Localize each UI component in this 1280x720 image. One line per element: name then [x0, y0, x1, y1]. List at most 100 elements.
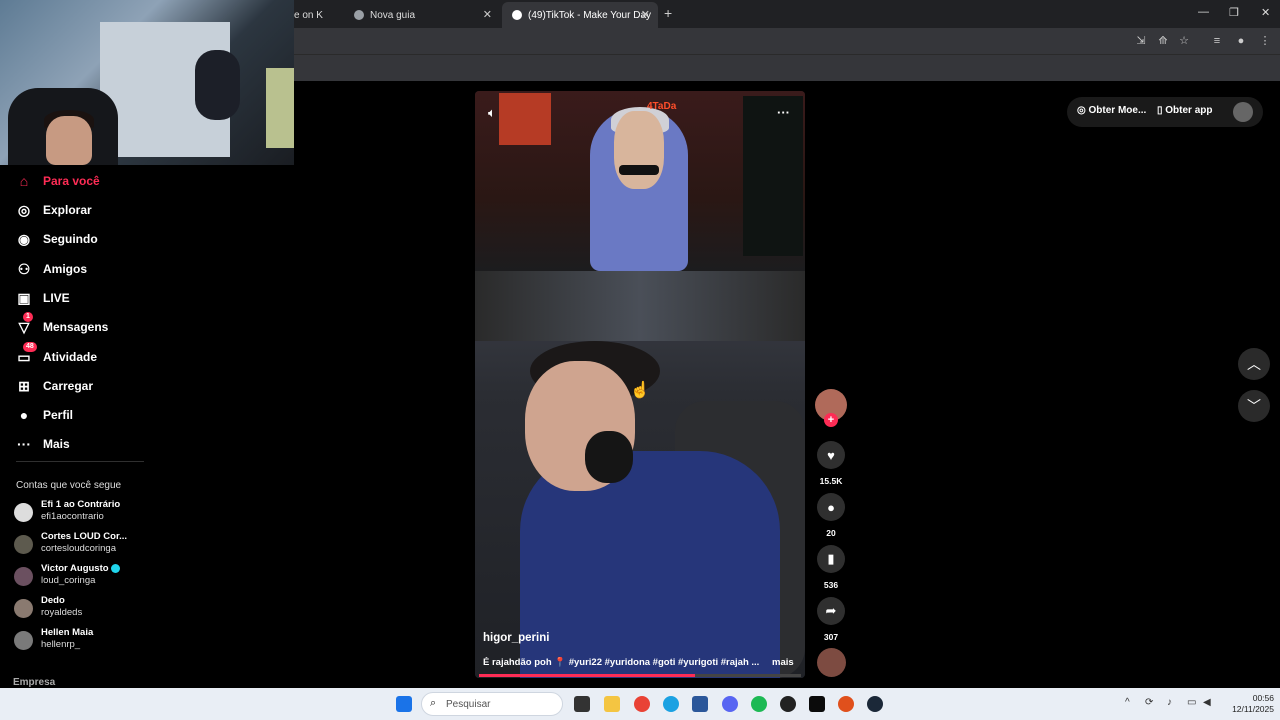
get-app-button[interactable]: ▯ Obter app — [1157, 105, 1213, 116]
taskbar-clock[interactable]: 00:56 12/11/2025 — [1222, 693, 1274, 715]
search-icon: ⌕ — [430, 697, 437, 709]
more-icon: ··· — [17, 436, 31, 452]
clock-time: 00:56 — [1252, 693, 1274, 703]
sidebar-item-label: Explorar — [43, 203, 92, 217]
get-coins-label: Obter Moe... — [1088, 105, 1147, 116]
account-name: Dedo — [41, 595, 65, 606]
save-button[interactable]: ▮ — [817, 545, 845, 573]
tray-chevron-icon[interactable]: ^ — [1125, 697, 1130, 708]
followed-account[interactable]: Cortes LOUD Cor... cortesloudcoringa — [14, 531, 164, 561]
heart-icon: ♥ — [827, 447, 835, 463]
translate-icon[interactable]: ⟰ — [1156, 34, 1170, 48]
share-icon: ➦ — [825, 603, 837, 618]
sound-avatar[interactable] — [817, 648, 846, 677]
sidebar-item-atividade[interactable]: ▭ 48 Atividade — [0, 342, 160, 371]
sidebar-item-explorar[interactable]: ◎ Explorar — [0, 196, 160, 224]
chevron-down-icon: ﹀ — [1247, 398, 1261, 414]
close-tab-icon[interactable]: ✕ — [641, 8, 650, 21]
volume-tray-icon[interactable]: ◀︎ — [1203, 697, 1211, 708]
task-view-icon[interactable] — [574, 696, 590, 712]
discord-icon[interactable] — [722, 696, 738, 712]
profile-icon[interactable]: ● — [1234, 34, 1248, 48]
followed-account[interactable]: Hellen Maia hellenrp_ — [14, 627, 164, 657]
sidebar-item-label: Perfil — [43, 408, 74, 422]
user-avatar[interactable] — [1233, 102, 1253, 122]
file-explorer-icon[interactable] — [604, 696, 620, 712]
outlook-icon[interactable] — [692, 696, 708, 712]
account-handle: cortesloudcoringa — [41, 543, 116, 554]
sidebar-item-label: LIVE — [43, 291, 70, 305]
get-app-label: Obter app — [1165, 105, 1213, 116]
close-tab-icon[interactable]: ✕ — [483, 8, 492, 21]
close-window-button[interactable]: ✕ — [1261, 6, 1270, 19]
media-icon[interactable]: ≡ — [1210, 34, 1224, 48]
spotify-icon[interactable] — [751, 696, 767, 712]
video-progress-bar[interactable] — [479, 674, 801, 677]
sync-icon[interactable]: ⟳ — [1145, 697, 1153, 708]
network-icon[interactable]: ▭ — [1187, 697, 1196, 708]
edge-icon[interactable] — [663, 696, 679, 712]
new-tab-button[interactable]: + — [664, 5, 672, 21]
next-video-button[interactable]: ﹀ — [1238, 390, 1270, 422]
comment-button[interactable]: ● — [817, 493, 845, 521]
previous-video-button[interactable]: ︿ — [1238, 348, 1270, 380]
divider — [16, 461, 144, 462]
tab-tiktok[interactable]: (49)TikTok - Make Your Day ✕ — [502, 2, 658, 28]
followed-account[interactable]: Efi 1 ao Contrário efi1aocontrario — [14, 499, 164, 529]
caption-more-link[interactable]: mais — [772, 657, 794, 668]
video-top-frame: 4TaDa — [475, 91, 805, 271]
restore-button[interactable]: ❐ — [1229, 6, 1239, 19]
chrome-taskbar-icon[interactable] — [634, 696, 650, 712]
minimize-button[interactable]: — — [1198, 6, 1209, 18]
notification-badge: 1 — [23, 312, 33, 322]
video-author[interactable]: higor_perini — [483, 632, 549, 644]
messages-icon: ▽ 1 — [15, 312, 33, 336]
friends-icon: ⚇ — [17, 260, 31, 277]
more-options-icon[interactable]: ··· — [777, 105, 790, 120]
app-icon[interactable] — [780, 696, 796, 712]
install-app-icon[interactable]: ⇲ — [1134, 34, 1148, 48]
footer-link-empresa[interactable]: Empresa — [13, 677, 55, 688]
star-icon[interactable]: ☆ — [1177, 34, 1191, 48]
sidebar-item-seguindo[interactable]: ◉ Seguindo — [0, 225, 160, 253]
avatar — [14, 599, 33, 618]
volume-icon[interactable]: 🔈︎ — [488, 105, 496, 121]
tab-nova-guia[interactable]: Nova guia ✕ — [344, 2, 500, 28]
game-launcher-icon[interactable] — [838, 696, 854, 712]
video-bottom-frame — [475, 271, 805, 678]
tab-label: Nova guia — [370, 9, 416, 21]
tab-label: e on K — [294, 9, 323, 21]
followed-account[interactable]: Victor Augusto loud_coringa — [14, 563, 164, 593]
sidebar-item-mensagens[interactable]: ▽ 1 Mensagens — [0, 312, 160, 341]
follow-plus-icon[interactable]: + — [824, 413, 838, 427]
comment-icon: ● — [827, 499, 835, 515]
sidebar-item-amigos[interactable]: ⚇ Amigos — [0, 255, 160, 283]
sidebar-item-carregar[interactable]: ⊞ Carregar — [0, 372, 160, 400]
share-count: 307 — [823, 632, 839, 642]
like-button[interactable]: ♥ — [817, 441, 845, 469]
sidebar-item-live[interactable]: ▣ LIVE — [0, 284, 160, 312]
get-coins-button[interactable]: ◎ Obter Moe... — [1077, 105, 1146, 116]
windows-start-icon[interactable] — [396, 696, 412, 712]
menu-icon[interactable]: ⋮ — [1258, 34, 1272, 48]
terminal-icon[interactable] — [809, 696, 825, 712]
upload-icon: ⊞ — [18, 377, 30, 394]
sidebar-item-para-voce[interactable]: ⌂ Para você — [0, 167, 160, 195]
webcam-overlay — [0, 0, 294, 165]
sidebar-item-perfil[interactable]: ● Perfil — [0, 401, 160, 429]
followed-account[interactable]: Dedo royaldeds — [14, 595, 164, 625]
microphone-icon[interactable]: ♪ — [1167, 697, 1172, 708]
sidebar-item-label: Carregar — [43, 379, 94, 393]
chevron-up-icon: ︿ — [1247, 356, 1261, 372]
tiktok-icon — [512, 10, 522, 20]
header-actions: ◎ Obter Moe... ▯ Obter app — [1067, 97, 1263, 127]
sidebar-item-mais[interactable]: ··· Mais — [0, 430, 160, 458]
account-name: Efi 1 ao Contrário — [41, 499, 121, 510]
steam-icon[interactable] — [867, 696, 883, 712]
share-button[interactable]: ➦ — [817, 597, 845, 625]
taskbar-search[interactable]: ⌕ Pesquisar — [421, 692, 563, 716]
activity-icon: ▭ 48 — [15, 342, 37, 366]
sidebar-item-label: Para você — [43, 174, 100, 188]
account-handle: loud_coringa — [41, 575, 96, 586]
avatar — [14, 631, 33, 650]
